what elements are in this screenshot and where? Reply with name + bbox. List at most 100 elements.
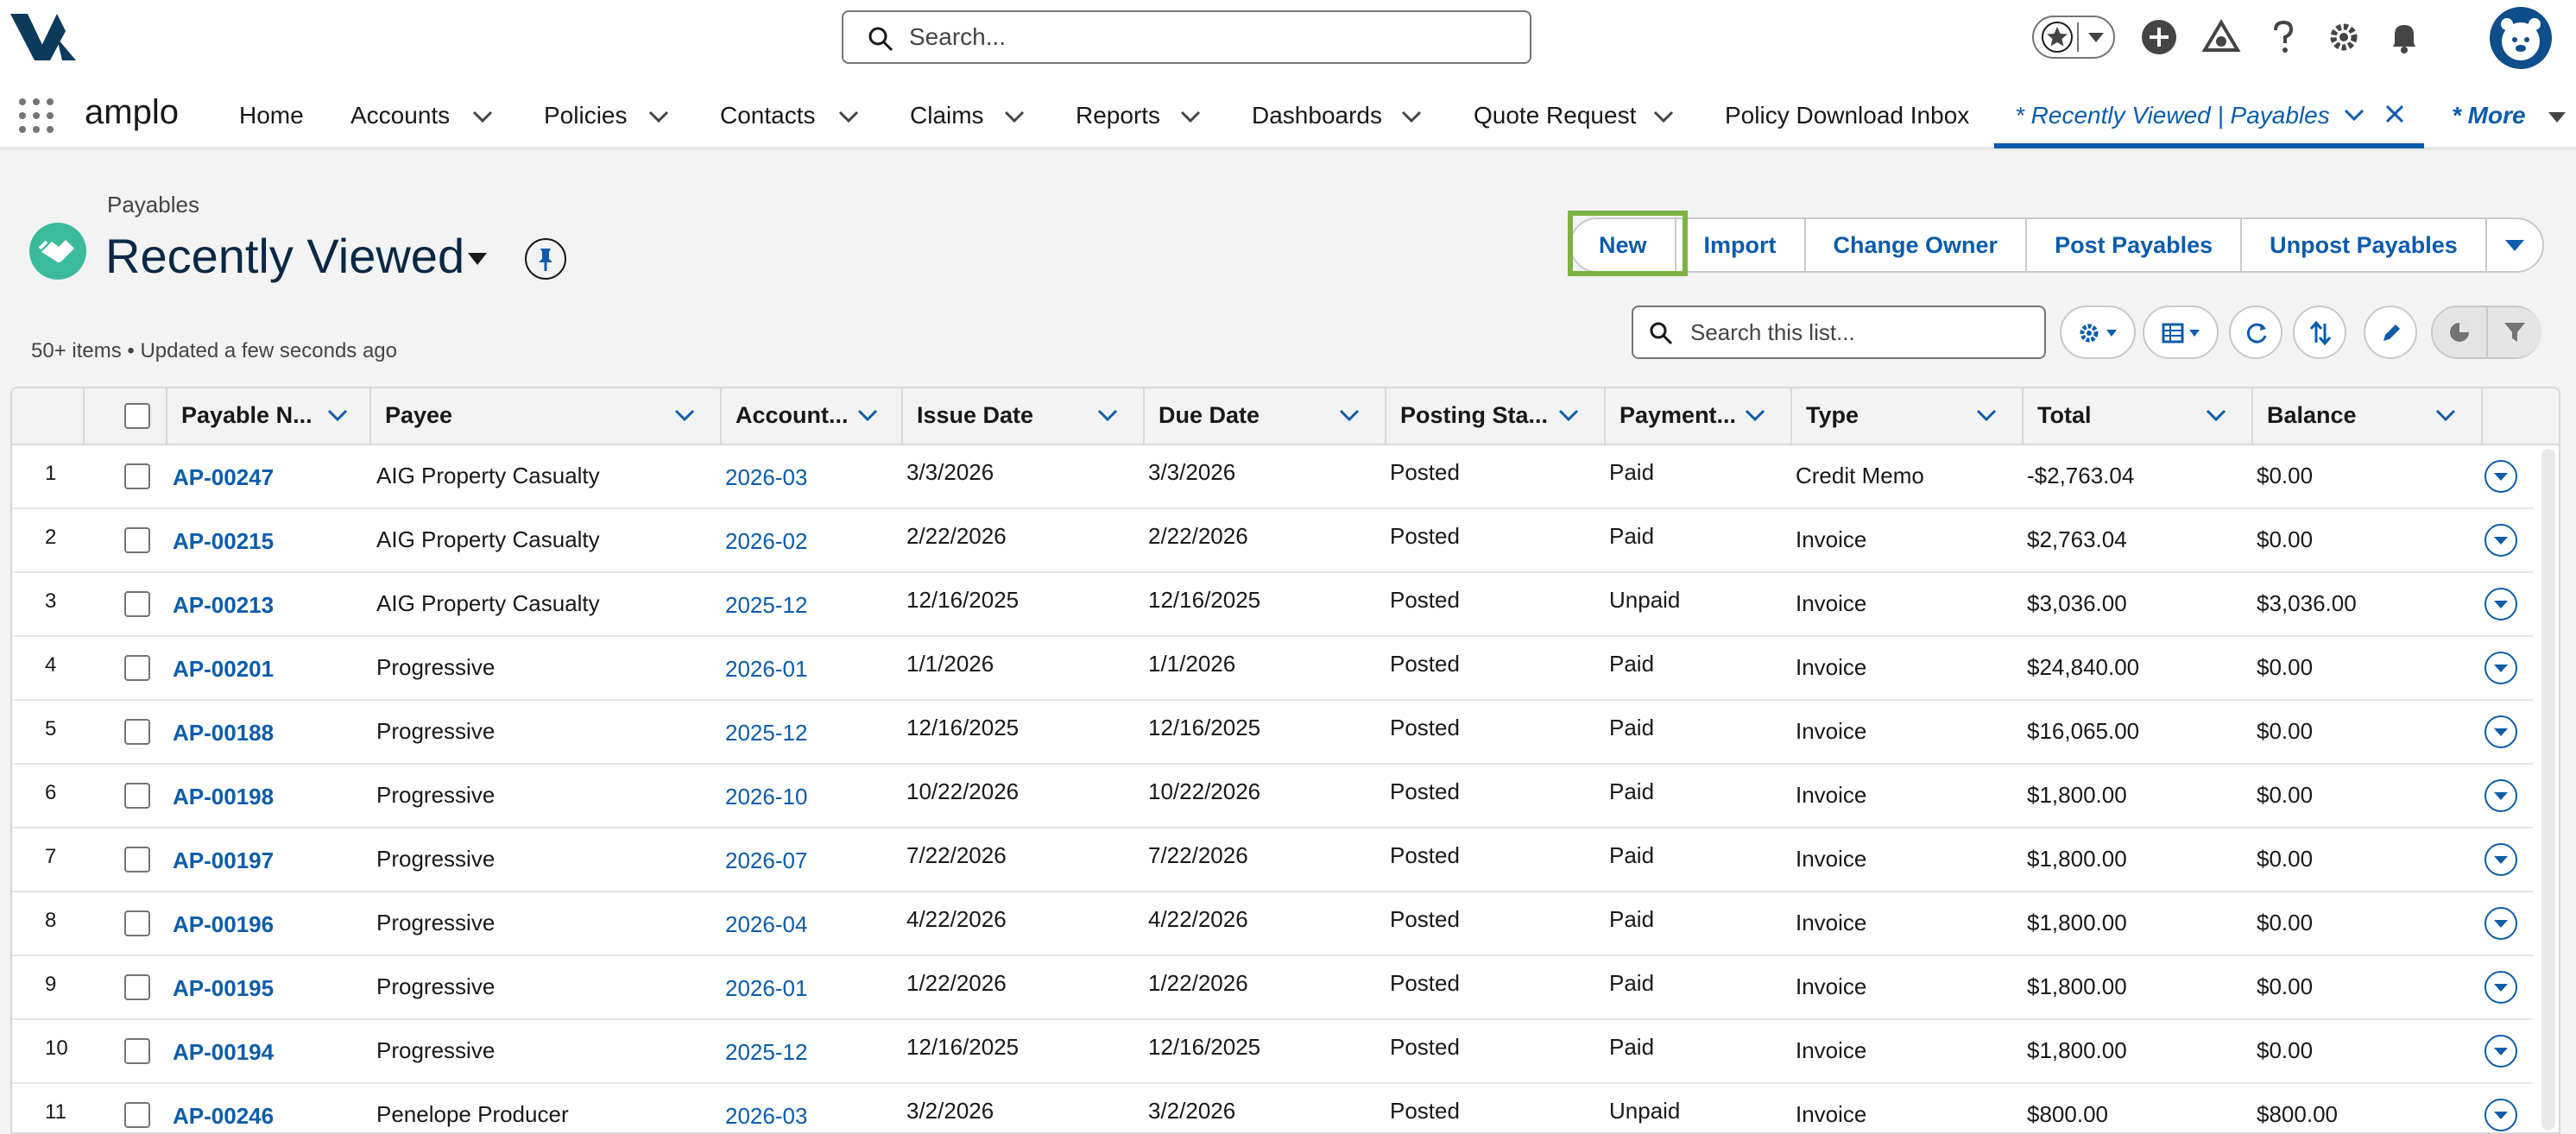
chevron-down-icon[interactable]	[1744, 407, 1766, 423]
row-select-checkbox[interactable]	[124, 974, 150, 1000]
select-all-checkbox[interactable]	[124, 403, 150, 429]
row-actions-button[interactable]	[2484, 715, 2517, 748]
more-actions-button[interactable]	[2484, 217, 2544, 273]
column-header-payable-name[interactable]: Payable N...	[167, 388, 371, 444]
close-icon[interactable]	[2384, 104, 2405, 124]
payable-name-link[interactable]: AP-00213	[173, 592, 274, 619]
display-as-table-button[interactable]	[2143, 306, 2219, 359]
row-actions-button[interactable]	[2484, 652, 2517, 684]
row-actions-button[interactable]	[2484, 843, 2517, 876]
list-view-picker-icon[interactable]	[466, 250, 489, 268]
chevron-down-icon[interactable]	[1557, 407, 1580, 423]
row-select-checkbox[interactable]	[124, 910, 150, 936]
tab-recently-viewed-payables[interactable]: * Recently Viewed | Payables	[1994, 76, 2424, 148]
payable-name-link[interactable]: AP-00197	[173, 847, 274, 874]
chevron-down-icon[interactable]	[326, 407, 349, 423]
row-actions-button[interactable]	[2484, 524, 2517, 557]
change-owner-button[interactable]: Change Owner	[1803, 217, 2028, 273]
nav-item-contacts[interactable]: Contacts	[720, 102, 816, 129]
accounting-period-link[interactable]: 2026-03	[725, 1103, 807, 1130]
row-actions-button[interactable]	[2484, 1035, 2517, 1068]
nav-item-policy-download-inbox[interactable]: Policy Download Inbox	[1725, 102, 1969, 129]
chevron-down-icon[interactable]	[1179, 109, 1202, 124]
row-select-checkbox[interactable]	[124, 719, 150, 745]
payable-name-link[interactable]: AP-00201	[173, 656, 274, 683]
notification-bell-icon[interactable]	[2384, 17, 2424, 57]
filter-button[interactable]	[2488, 307, 2541, 357]
row-select-checkbox[interactable]	[124, 1102, 150, 1128]
chevron-down-icon[interactable]	[1400, 109, 1423, 124]
chevron-down-icon[interactable]	[2434, 407, 2457, 423]
nav-item-policies[interactable]: Policies	[544, 102, 627, 129]
column-header-due-date[interactable]: Due Date	[1145, 388, 1386, 444]
nav-item-claims[interactable]: Claims	[910, 102, 984, 129]
accounting-period-link[interactable]: 2026-03	[725, 464, 807, 491]
chevron-down-icon[interactable]	[2205, 407, 2227, 423]
nav-item-dashboards[interactable]: Dashboards	[1252, 102, 1382, 129]
row-select-checkbox[interactable]	[124, 463, 150, 489]
row-select-checkbox[interactable]	[124, 783, 150, 809]
accounting-period-link[interactable]: 2025-12	[725, 1039, 807, 1066]
caret-down-icon[interactable]	[2547, 110, 2567, 124]
list-search-input[interactable]: Search this list...	[1632, 306, 2046, 359]
table-scrollbar[interactable]	[2541, 449, 2555, 1131]
list-view-title[interactable]: Recently Viewed	[105, 228, 464, 284]
column-header-payment-status[interactable]: Payment...	[1606, 388, 1792, 444]
payable-name-link[interactable]: AP-00246	[173, 1103, 274, 1130]
edit-list-button[interactable]	[2364, 306, 2417, 359]
sort-button[interactable]	[2293, 306, 2346, 359]
row-select-checkbox[interactable]	[124, 655, 150, 681]
row-actions-button[interactable]	[2484, 971, 2517, 1004]
column-header-posting-status[interactable]: Posting Sta...	[1386, 388, 1606, 444]
global-search-input[interactable]: Search...	[842, 10, 1531, 64]
column-header-payee[interactable]: Payee	[371, 388, 722, 444]
payable-name-link[interactable]: AP-00198	[173, 784, 274, 810]
nav-item-accounts[interactable]: Accounts	[350, 102, 450, 129]
user-avatar-icon[interactable]	[2490, 7, 2552, 69]
payable-name-link[interactable]: AP-00195	[173, 975, 274, 1002]
chevron-down-icon[interactable]	[647, 109, 670, 124]
payable-name-link[interactable]: AP-00196	[173, 911, 274, 938]
row-actions-button[interactable]	[2484, 907, 2517, 940]
chevron-down-icon[interactable]	[471, 109, 494, 124]
refresh-button[interactable]	[2229, 306, 2282, 359]
row-select-checkbox[interactable]	[124, 847, 150, 873]
chevron-down-icon[interactable]	[837, 109, 860, 124]
help-icon[interactable]	[2263, 17, 2303, 57]
unpost-payables-button[interactable]: Unpost Payables	[2240, 217, 2487, 273]
column-header-accounting-period[interactable]: Account...	[722, 388, 903, 444]
import-button[interactable]: Import	[1674, 217, 1806, 273]
chevron-down-icon[interactable]	[2343, 107, 2365, 123]
show-charts-button[interactable]	[2433, 307, 2486, 357]
favorites-button[interactable]	[2032, 16, 2115, 59]
new-button[interactable]: New	[1569, 217, 1676, 273]
chevron-down-icon[interactable]	[1003, 109, 1026, 124]
row-actions-button[interactable]	[2484, 779, 2517, 812]
accounting-period-link[interactable]: 2026-07	[725, 847, 807, 874]
accounting-period-link[interactable]: 2026-10	[725, 784, 807, 810]
chevron-down-icon[interactable]	[1652, 109, 1675, 124]
setup-gear-icon[interactable]	[2324, 17, 2364, 57]
accounting-period-link[interactable]: 2026-02	[725, 528, 807, 555]
add-icon[interactable]	[2139, 17, 2179, 57]
row-actions-button[interactable]	[2484, 1099, 2517, 1131]
trailhead-icon[interactable]	[2201, 17, 2241, 57]
column-header-total[interactable]: Total	[2024, 388, 2253, 444]
payable-name-link[interactable]: AP-00247	[173, 464, 274, 491]
accounting-period-link[interactable]: 2025-12	[725, 592, 807, 619]
payable-name-link[interactable]: AP-00215	[173, 528, 274, 555]
row-actions-button[interactable]	[2484, 588, 2517, 621]
accounting-period-link[interactable]: 2026-01	[725, 656, 807, 683]
nav-item-reports[interactable]: Reports	[1076, 102, 1160, 129]
column-header-issue-date[interactable]: Issue Date	[903, 388, 1145, 444]
logo-icon[interactable]	[9, 12, 78, 62]
nav-item-home[interactable]: Home	[239, 102, 304, 129]
nav-more[interactable]: * More	[2452, 102, 2526, 129]
chevron-down-icon[interactable]	[1096, 407, 1119, 423]
chevron-down-icon[interactable]	[673, 407, 696, 423]
pin-list-view-button[interactable]	[525, 238, 566, 280]
accounting-period-link[interactable]: 2025-12	[725, 720, 807, 747]
payable-name-link[interactable]: AP-00194	[173, 1039, 274, 1066]
chevron-down-icon[interactable]	[1338, 407, 1361, 423]
chevron-down-icon[interactable]	[2086, 29, 2106, 45]
